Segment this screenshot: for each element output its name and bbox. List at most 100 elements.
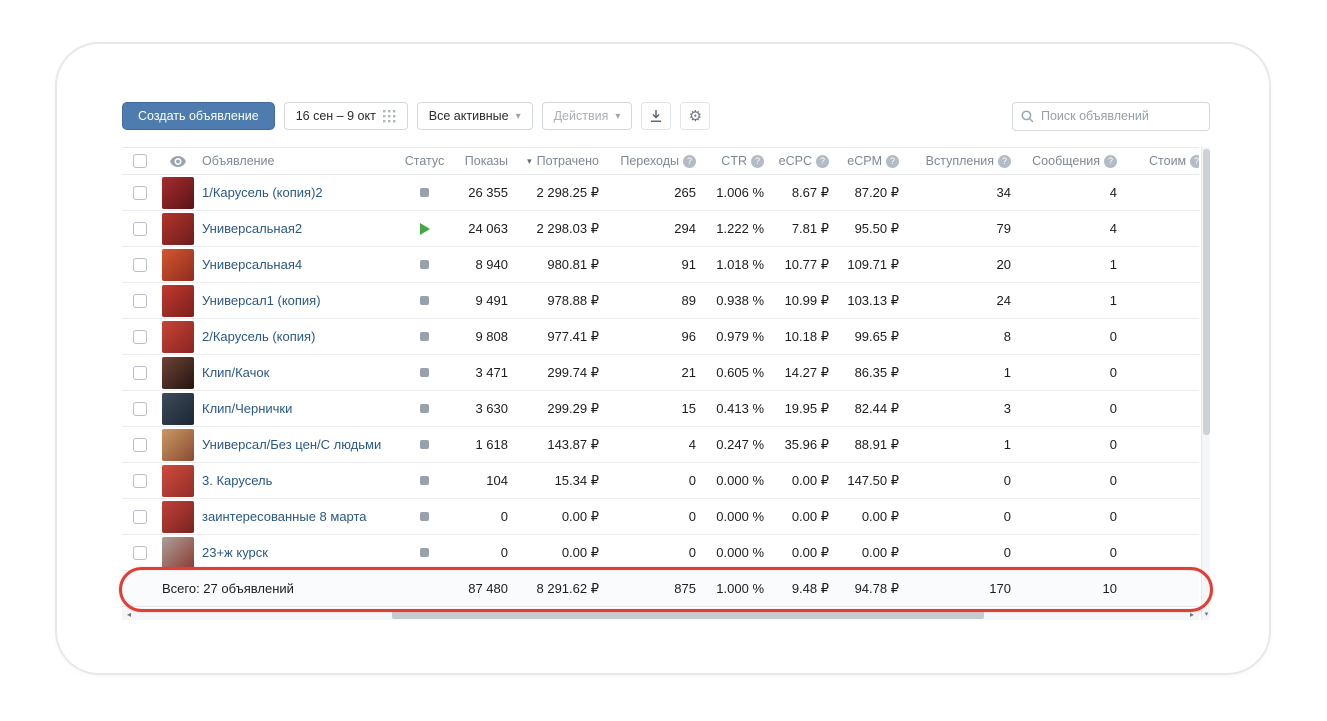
row-checkbox[interactable] xyxy=(133,330,147,344)
row-checkbox[interactable] xyxy=(133,510,147,524)
help-icon[interactable]: ? xyxy=(1190,155,1199,168)
ad-thumbnail[interactable] xyxy=(162,213,194,245)
column-header-status[interactable]: Статус xyxy=(402,148,447,174)
row-status-cell xyxy=(402,211,447,246)
row-checkbox-cell xyxy=(122,463,157,498)
joins-value: 79 xyxy=(905,211,1017,246)
help-icon[interactable]: ? xyxy=(683,155,696,168)
ecpm-value: 99.65 ₽ xyxy=(835,319,905,354)
messages-value: 0 xyxy=(1017,535,1123,570)
row-checkbox[interactable] xyxy=(133,222,147,236)
cost-value xyxy=(1123,211,1199,246)
column-label: Сообщения xyxy=(1032,154,1100,168)
ad-thumbnail[interactable] xyxy=(162,177,194,209)
ad-name-link[interactable]: 23+ж курск xyxy=(202,545,268,560)
impressions-value: 8 940 xyxy=(447,247,514,282)
column-header-clicks[interactable]: Переходы ? xyxy=(605,148,702,174)
row-checkbox[interactable] xyxy=(133,438,147,452)
column-header-ecpm[interactable]: eCPM ? xyxy=(835,148,905,174)
totals-joins: 170 xyxy=(905,571,1017,606)
search-input[interactable] xyxy=(1041,109,1201,123)
joins-value: 0 xyxy=(905,499,1017,534)
help-icon[interactable]: ? xyxy=(998,155,1011,168)
ad-name-link[interactable]: Универсал1 (копия) xyxy=(202,293,321,308)
ad-name-link[interactable]: Универсал/Без цен/С людьми xyxy=(202,437,381,452)
scroll-left-arrow[interactable]: ◂ xyxy=(122,608,136,620)
ad-name-link[interactable]: Универсальная2 xyxy=(202,221,302,236)
settings-button[interactable]: ⚙ xyxy=(680,102,710,130)
column-header-ecpc[interactable]: eCPC ? xyxy=(770,148,835,174)
scroll-down-arrow[interactable]: ▾ xyxy=(1202,608,1211,620)
ad-thumbnail[interactable] xyxy=(162,429,194,461)
status-stopped-icon xyxy=(420,404,429,413)
impressions-value: 24 063 xyxy=(447,211,514,246)
messages-value: 0 xyxy=(1017,427,1123,462)
clicks-value: 4 xyxy=(605,427,702,462)
ad-name-link[interactable]: Универсальная4 xyxy=(202,257,302,272)
joins-value: 20 xyxy=(905,247,1017,282)
row-preview-cell xyxy=(157,211,199,246)
column-header-joins[interactable]: Вступления ? xyxy=(905,148,1017,174)
ad-name-link[interactable]: Клип/Чернички xyxy=(202,401,292,416)
create-ad-button[interactable]: Создать объявление xyxy=(122,102,275,130)
ad-thumbnail[interactable] xyxy=(162,357,194,389)
ctr-value: 0.605 % xyxy=(702,355,770,390)
messages-value: 0 xyxy=(1017,499,1123,534)
totals-row: Всего: 27 объявлений 87 480 8 291.62 ₽ 8… xyxy=(122,571,1199,607)
status-filter-dropdown[interactable]: Все активные ▾ xyxy=(417,102,533,130)
clicks-value: 15 xyxy=(605,391,702,426)
download-icon xyxy=(649,109,663,123)
help-icon[interactable]: ? xyxy=(886,155,899,168)
ad-name-link[interactable]: 1/Карусель (копия)2 xyxy=(202,185,323,200)
help-icon[interactable]: ? xyxy=(816,155,829,168)
column-header-spent[interactable]: ▾ Потрачено xyxy=(514,148,605,174)
column-header-ctr[interactable]: CTR ? xyxy=(702,148,770,174)
scroll-right-arrow[interactable]: ▸ xyxy=(1185,608,1199,620)
row-checkbox[interactable] xyxy=(133,366,147,380)
row-checkbox[interactable] xyxy=(133,294,147,308)
horizontal-scroll-thumb[interactable] xyxy=(392,609,984,619)
ad-thumbnail[interactable] xyxy=(162,465,194,497)
ad-name-link[interactable]: заинтересованные 8 марта xyxy=(202,509,367,524)
status-stopped-icon xyxy=(420,368,429,377)
ad-name-link[interactable]: 2/Карусель (копия) xyxy=(202,329,315,344)
ad-thumbnail[interactable] xyxy=(162,321,194,353)
vertical-scrollbar[interactable]: ▾ xyxy=(1201,147,1210,620)
export-button[interactable] xyxy=(641,102,671,130)
ad-name-link[interactable]: 3. Карусель xyxy=(202,473,272,488)
spent-value: 978.88 ₽ xyxy=(514,283,605,318)
column-header-cost[interactable]: Стоим ? xyxy=(1123,148,1199,174)
row-checkbox[interactable] xyxy=(133,258,147,272)
date-range-picker[interactable]: 16 сен – 9 окт xyxy=(284,102,408,130)
gear-icon: ⚙ xyxy=(689,107,702,125)
spent-value: 0.00 ₽ xyxy=(514,499,605,534)
column-label: CTR xyxy=(721,154,747,168)
horizontal-scrollbar[interactable]: ◂ ▸ xyxy=(122,608,1199,620)
help-icon[interactable]: ? xyxy=(1104,155,1117,168)
ctr-value: 0.938 % xyxy=(702,283,770,318)
row-checkbox[interactable] xyxy=(133,186,147,200)
ctr-value: 0.000 % xyxy=(702,535,770,570)
column-label: Показы xyxy=(465,154,508,168)
row-checkbox[interactable] xyxy=(133,474,147,488)
ad-thumbnail[interactable] xyxy=(162,501,194,533)
ad-thumbnail[interactable] xyxy=(162,393,194,425)
actions-dropdown[interactable]: Действия ▾ xyxy=(542,102,633,130)
ad-thumbnail[interactable] xyxy=(162,285,194,317)
ads-manager-card: Создать объявление 16 сен – 9 окт Все ак… xyxy=(55,42,1271,675)
row-checkbox[interactable] xyxy=(133,402,147,416)
column-header-name[interactable]: Объявление xyxy=(199,148,402,174)
select-all-checkbox[interactable] xyxy=(133,154,147,168)
row-preview-cell xyxy=(157,175,199,210)
column-header-impressions[interactable]: Показы xyxy=(447,148,514,174)
vertical-scroll-thumb[interactable] xyxy=(1203,149,1210,435)
ad-thumbnail[interactable] xyxy=(162,537,194,569)
row-checkbox[interactable] xyxy=(133,546,147,560)
ad-thumbnail[interactable] xyxy=(162,249,194,281)
ad-name-link[interactable]: Клип/Качок xyxy=(202,365,269,380)
help-icon[interactable]: ? xyxy=(751,155,764,168)
column-header-messages[interactable]: Сообщения ? xyxy=(1017,148,1123,174)
cost-value xyxy=(1123,463,1199,498)
ecpc-value: 14.27 ₽ xyxy=(770,355,835,390)
row-checkbox-cell xyxy=(122,355,157,390)
